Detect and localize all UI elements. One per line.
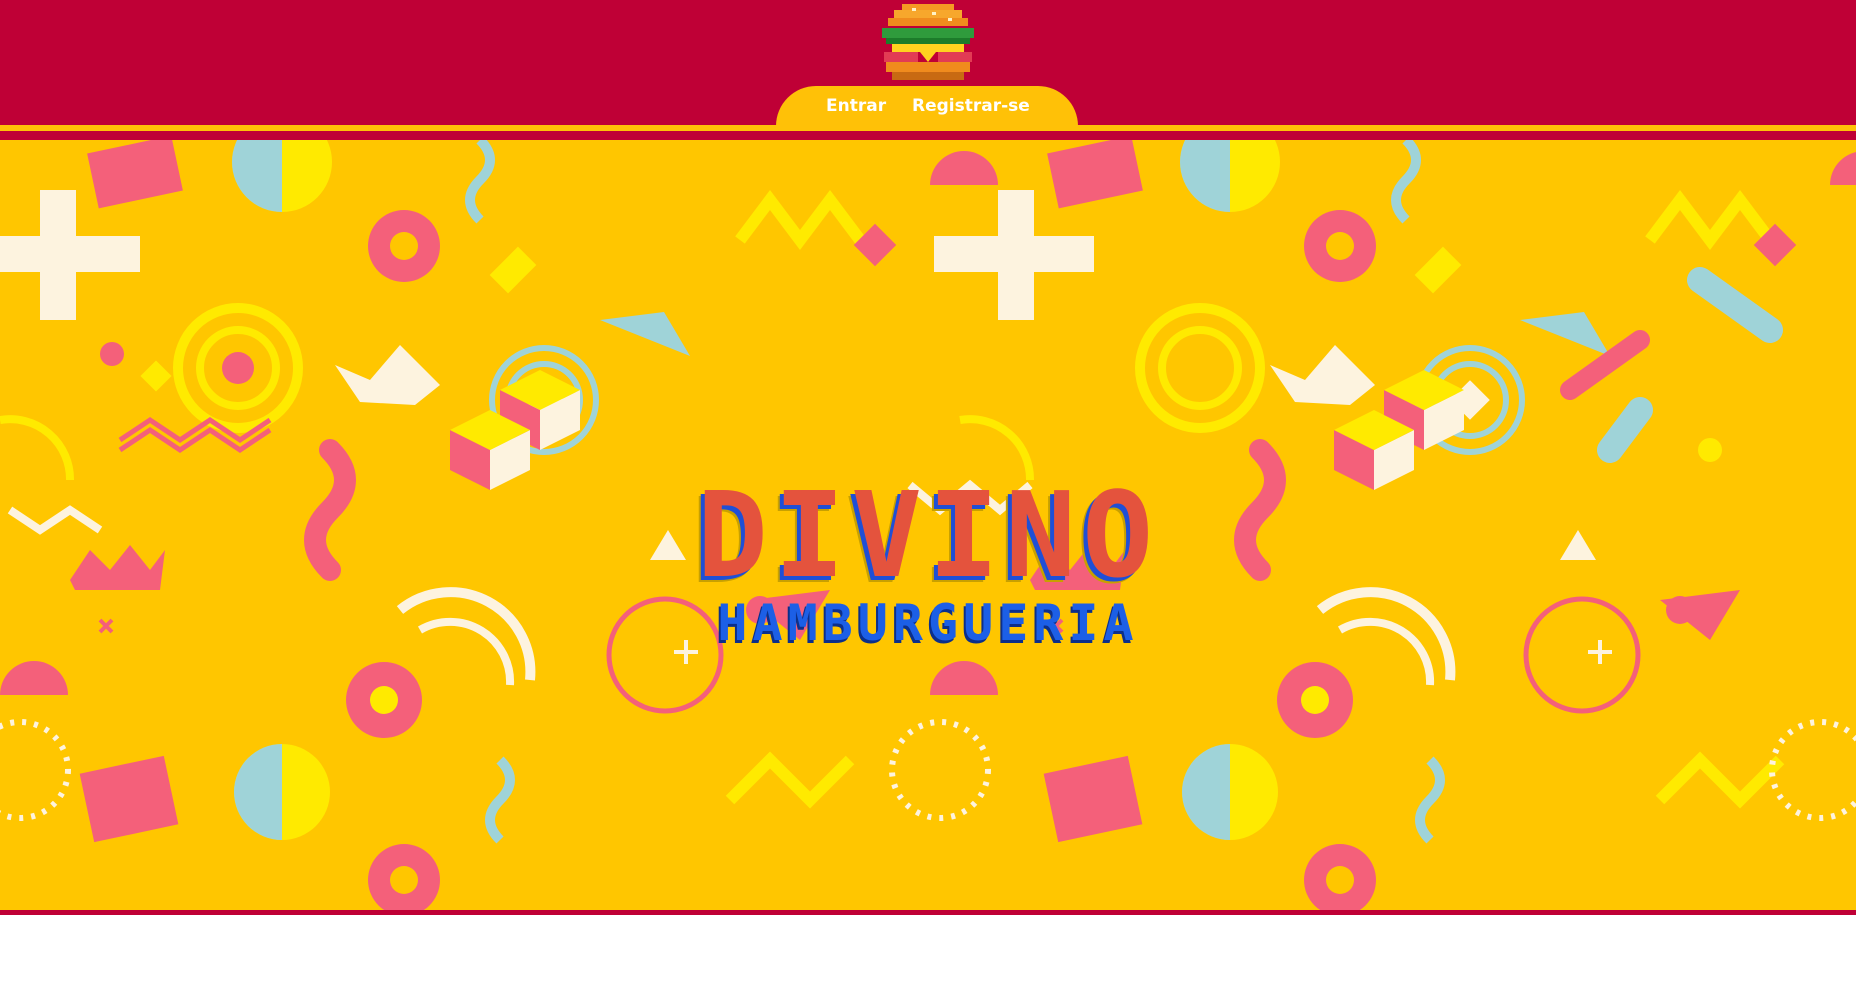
header-stripe-bottom [0,131,1856,140]
login-link[interactable]: Entrar [826,96,886,116]
hero-banner: DIVINO HAMBURGUERIA [0,140,1856,910]
burger-icon[interactable] [876,2,980,84]
register-link[interactable]: Registrar-se [912,96,1030,116]
hero-bottom-border [0,910,1856,915]
brand-logo: DIVINO HAMBURGUERIA [590,340,1266,650]
brand-subtitle: HAMBURGUERIA [717,594,1139,652]
auth-nav: Entrar Registrar-se [776,86,1078,130]
brand-title: DIVINO [696,466,1160,604]
